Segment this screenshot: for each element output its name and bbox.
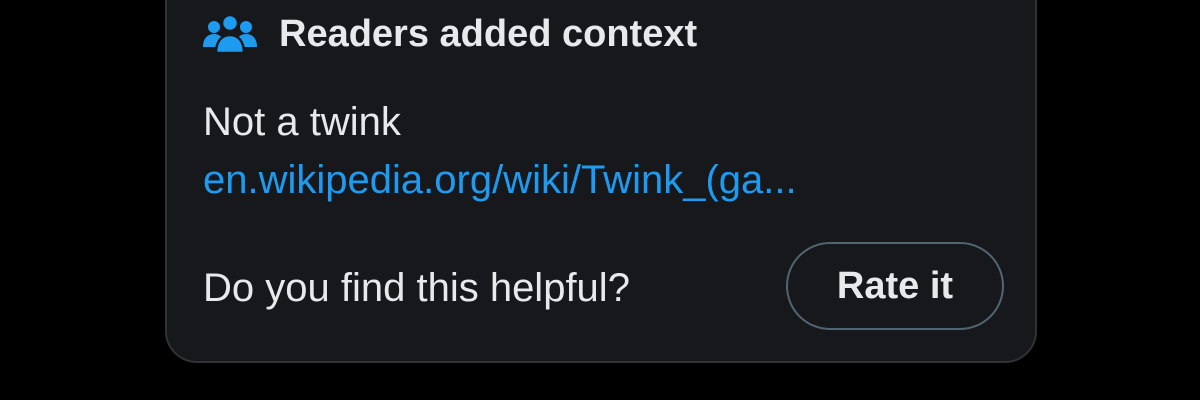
note-body-text: Not a twink <box>203 100 401 144</box>
readers-group-icon <box>203 13 257 55</box>
community-note-card: Readers added context Not a twink en.wik… <box>165 0 1037 363</box>
note-title: Readers added context <box>279 12 698 55</box>
note-source-link[interactable]: en.wikipedia.org/wiki/Twink_(ga... <box>203 158 797 203</box>
rate-it-button[interactable]: Rate it <box>786 242 1004 330</box>
helpful-prompt: Do you find this helpful? <box>203 266 630 310</box>
note-header: Readers added context <box>203 10 697 58</box>
